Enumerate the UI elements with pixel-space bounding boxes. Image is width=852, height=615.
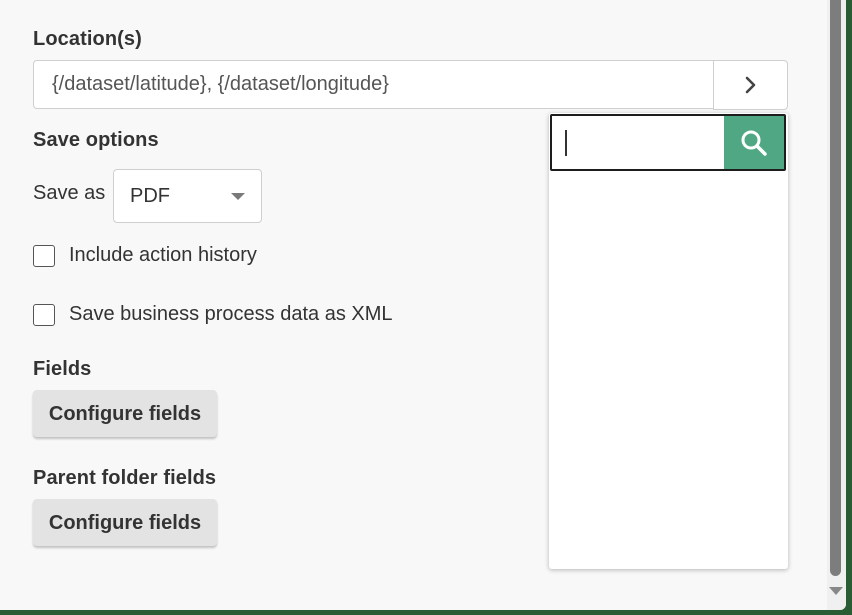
parent-folder-fields-heading: Parent folder fields — [33, 467, 217, 489]
dropdown-search-button[interactable] — [724, 116, 784, 169]
location-label: Location(s) — [33, 28, 142, 50]
scroll-down-arrow-icon[interactable] — [829, 587, 843, 595]
save-options-heading: Save options — [33, 129, 159, 151]
save-as-label: Save as — [33, 182, 106, 204]
configure-fields-button[interactable]: Configure fields — [33, 390, 217, 437]
location-dropdown — [549, 113, 788, 569]
save-as-value: PDF — [130, 185, 170, 207]
save-bp-xml-checkbox[interactable] — [33, 303, 55, 326]
include-action-history-checkbox[interactable] — [33, 244, 55, 267]
properties-panel: Location(s) {/dataset/latitude}, {/datas… — [0, 0, 846, 610]
fields-heading: Fields — [33, 358, 92, 380]
chevron-right-icon — [745, 76, 755, 94]
save-as-select[interactable]: PDF — [113, 169, 262, 223]
location-input[interactable]: {/dataset/latitude}, {/dataset/longitude… — [33, 60, 713, 109]
caret-down-icon — [231, 193, 245, 200]
scrollbar-thumb[interactable] — [830, 0, 841, 576]
vertical-scrollbar[interactable] — [827, 0, 846, 610]
search-icon — [741, 130, 767, 156]
text-cursor — [565, 130, 567, 156]
save-bp-xml-row[interactable]: Save business process data as XML — [33, 303, 393, 326]
dropdown-search-field[interactable] — [550, 114, 786, 171]
location-expand-button[interactable] — [713, 60, 788, 110]
configure-parent-folder-fields-button[interactable]: Configure fields — [33, 499, 217, 546]
save-bp-xml-label: Save business process data as XML — [69, 303, 393, 325]
include-action-history-row[interactable]: Include action history — [33, 244, 257, 267]
include-action-history-label: Include action history — [69, 244, 257, 266]
